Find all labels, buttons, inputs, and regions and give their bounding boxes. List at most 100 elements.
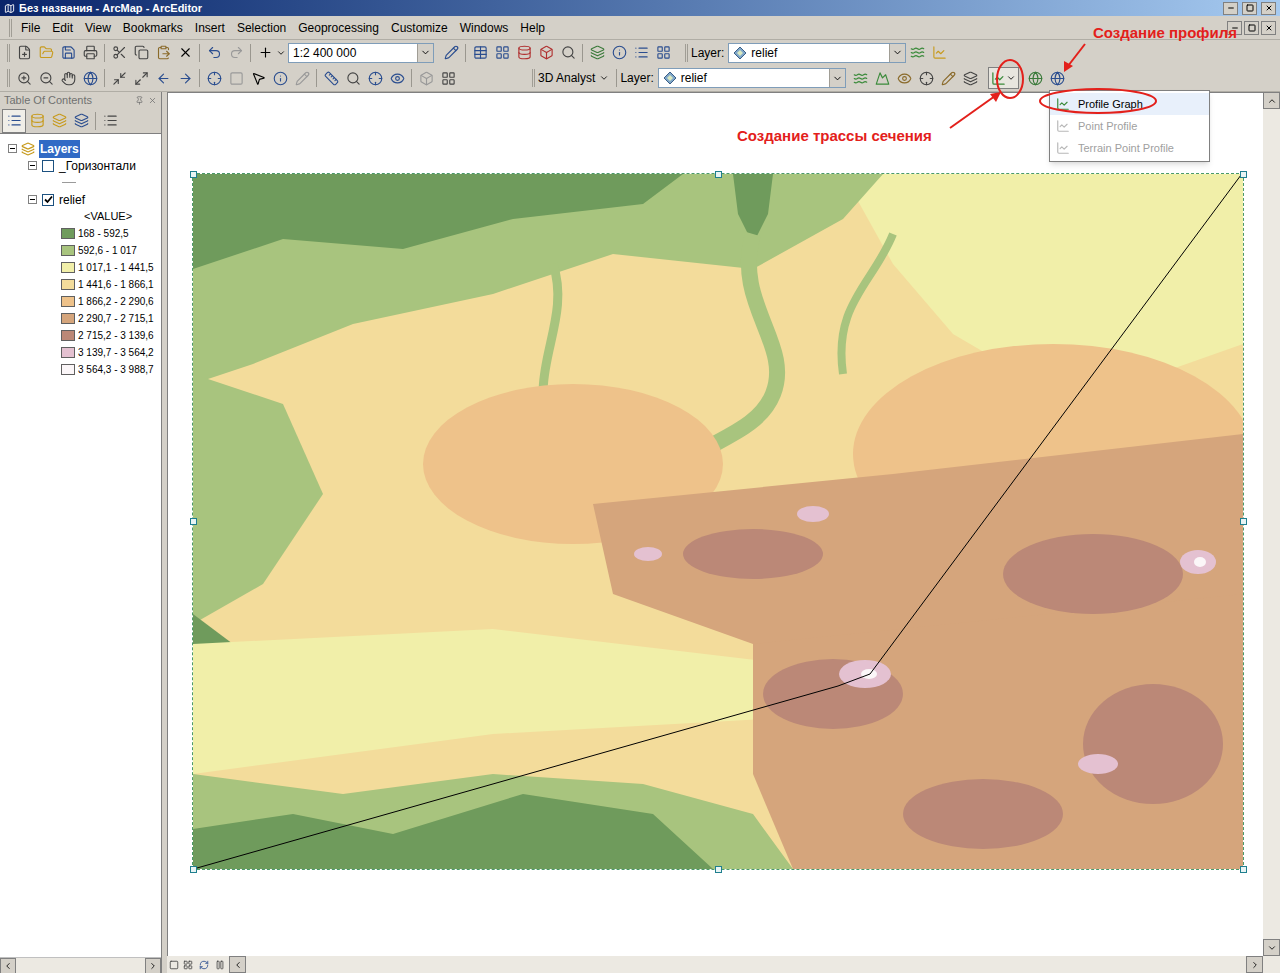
- selection-handle[interactable]: [1240, 866, 1247, 873]
- selection-handle[interactable]: [1240, 171, 1247, 178]
- full-extent-icon[interactable]: [79, 67, 101, 89]
- fixed-zoom-out-icon[interactable]: [130, 67, 152, 89]
- legend-swatch[interactable]: [61, 330, 75, 341]
- legend-class-row[interactable]: 592,6 - 1 017: [0, 242, 161, 259]
- layer-combo[interactable]: relief: [728, 43, 906, 63]
- layer-checkbox[interactable]: [42, 160, 54, 172]
- document-control-button[interactable]: [1244, 21, 1259, 35]
- pause-icon[interactable]: [215, 960, 225, 970]
- profile-graph-button[interactable]: [988, 67, 1019, 89]
- toc-scrollbar[interactable]: [0, 957, 161, 973]
- arcscene-icon[interactable]: [1047, 67, 1069, 89]
- scroll-up-icon[interactable]: [1267, 96, 1277, 106]
- toolbar-grip[interactable]: [7, 44, 10, 62]
- pin-icon[interactable]: [135, 96, 144, 105]
- analyst-menu-arrow-icon[interactable]: [599, 73, 609, 83]
- hscroll-left-icon[interactable]: [233, 960, 243, 970]
- new-icon[interactable]: [13, 42, 35, 64]
- open-icon[interactable]: [35, 42, 57, 64]
- legend-class-row[interactable]: 2 715,2 - 3 139,6: [0, 327, 161, 344]
- selection-handle[interactable]: [715, 171, 722, 178]
- window-control-button[interactable]: [1261, 2, 1276, 15]
- viewer-icon[interactable]: [415, 67, 437, 89]
- interpolate-polygon-icon[interactable]: [960, 67, 982, 89]
- arcglobe-icon[interactable]: [1025, 67, 1047, 89]
- interpolate-line-icon[interactable]: [938, 67, 960, 89]
- menu-item[interactable]: Bookmarks: [117, 19, 189, 37]
- data-frame[interactable]: [193, 174, 1243, 869]
- catalog-icon[interactable]: [513, 42, 535, 64]
- whats-this-icon[interactable]: [608, 42, 630, 64]
- dropdown-arrow-icon[interactable]: [829, 69, 845, 87]
- search-window-icon[interactable]: [557, 42, 579, 64]
- add-data-icon[interactable]: [254, 42, 276, 64]
- selection-handle[interactable]: [190, 171, 197, 178]
- zoom-in-icon[interactable]: [13, 67, 35, 89]
- toolbox-icon[interactable]: [535, 42, 557, 64]
- menu-item[interactable]: File: [15, 19, 46, 37]
- profile-menu-item[interactable]: Point Profile: [1050, 115, 1209, 137]
- legend-class-row[interactable]: 1 017,1 - 1 441,5: [0, 259, 161, 276]
- list-by-visibility-icon[interactable]: [48, 110, 70, 132]
- dropdown-arrow-icon[interactable]: [889, 44, 905, 62]
- list-by-source-icon[interactable]: [26, 110, 48, 132]
- legend-swatch[interactable]: [61, 364, 75, 375]
- histogram-icon[interactable]: [928, 42, 950, 64]
- collapse-box-icon[interactable]: [28, 195, 37, 204]
- legend-class-row[interactable]: 3 564,3 - 3 988,7: [0, 361, 161, 378]
- horizontal-scrollbar[interactable]: [167, 956, 1280, 973]
- legend-swatch[interactable]: [61, 245, 75, 256]
- close-icon[interactable]: [148, 96, 157, 105]
- selection-handle[interactable]: [715, 866, 722, 873]
- root-label[interactable]: Layers: [39, 140, 80, 158]
- zoom-out-icon[interactable]: [35, 67, 57, 89]
- legend-class-row[interactable]: 1 866,2 - 2 290,6: [0, 293, 161, 310]
- legend-swatch[interactable]: [61, 228, 75, 239]
- layout-view-icon[interactable]: [183, 960, 193, 970]
- refresh-icon[interactable]: [199, 960, 209, 970]
- layer-name[interactable]: relief: [59, 191, 85, 209]
- data-view-icon[interactable]: [169, 960, 179, 970]
- copy-icon[interactable]: [130, 42, 152, 64]
- selection-handle[interactable]: [190, 866, 197, 873]
- legend-swatch[interactable]: [61, 347, 75, 358]
- profile-menu-arrow-icon[interactable]: [1006, 73, 1016, 83]
- hyperlink-icon[interactable]: [291, 67, 313, 89]
- vertical-scrollbar[interactable]: [1263, 92, 1280, 956]
- select-elements-icon[interactable]: [247, 67, 269, 89]
- selection-handle[interactable]: [190, 518, 197, 525]
- legend-swatch[interactable]: [61, 296, 75, 307]
- menu-item[interactable]: Help: [514, 19, 551, 37]
- legend-class-row[interactable]: 3 139,7 - 3 564,2: [0, 344, 161, 361]
- layer-row[interactable]: relief: [0, 191, 161, 208]
- model-icon[interactable]: [586, 42, 608, 64]
- legend-swatch[interactable]: [61, 279, 75, 290]
- contour-tool-icon[interactable]: [850, 67, 872, 89]
- delete-icon[interactable]: [174, 42, 196, 64]
- scroll-right-icon[interactable]: [148, 961, 158, 971]
- menu-item[interactable]: Insert: [189, 19, 231, 37]
- toolbar-grip[interactable]: [9, 19, 12, 37]
- toolbar-grip[interactable]: [685, 44, 688, 62]
- select-features-icon[interactable]: [203, 67, 225, 89]
- time-slider-icon[interactable]: [386, 67, 408, 89]
- steepest-path-icon[interactable]: [872, 67, 894, 89]
- measure-icon[interactable]: [320, 67, 342, 89]
- analyst-toolbar-name[interactable]: 3D Analyst: [538, 69, 595, 87]
- list-by-drawing-order-icon[interactable]: [3, 110, 25, 132]
- go-to-xy-icon[interactable]: [364, 67, 386, 89]
- identify-icon[interactable]: [269, 67, 291, 89]
- legend-swatch[interactable]: [61, 313, 75, 324]
- menu-item[interactable]: Customize: [385, 19, 454, 37]
- paste-icon[interactable]: [152, 42, 174, 64]
- collapse-box-icon[interactable]: [28, 161, 37, 170]
- menu-item[interactable]: Windows: [454, 19, 515, 37]
- line-of-sight-icon[interactable]: [894, 67, 916, 89]
- list-icon[interactable]: [630, 42, 652, 64]
- fixed-zoom-in-icon[interactable]: [108, 67, 130, 89]
- collapse-box-icon[interactable]: [8, 144, 17, 153]
- contour-icon[interactable]: [906, 42, 928, 64]
- arc-toolbox-icon[interactable]: [652, 42, 674, 64]
- menu-item[interactable]: Selection: [231, 19, 292, 37]
- clear-selection-icon[interactable]: [225, 67, 247, 89]
